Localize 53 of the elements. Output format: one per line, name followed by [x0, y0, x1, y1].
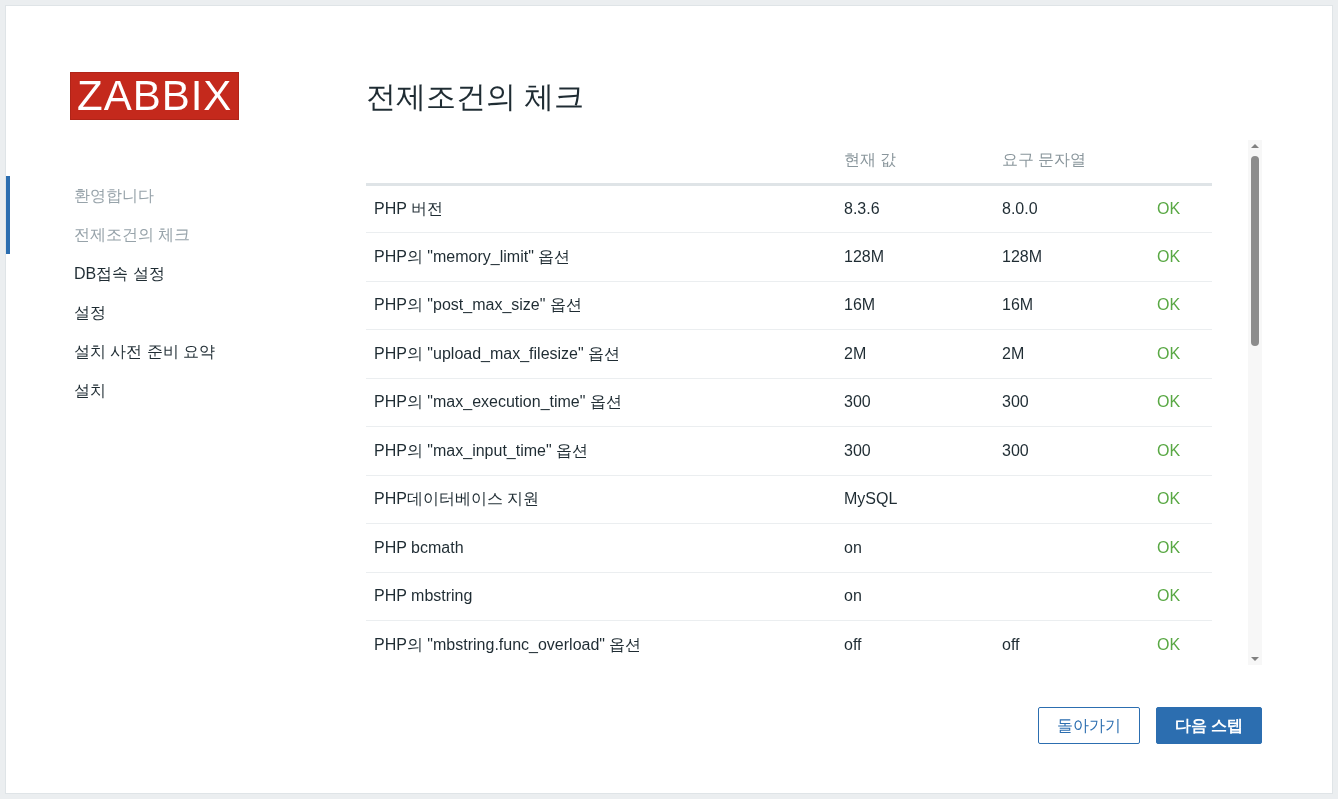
- table-cell: PHP 버전: [366, 184, 836, 233]
- table-cell: PHP의 "post_max_size" 옵션: [366, 281, 836, 330]
- step-item: 설정: [73, 303, 107, 323]
- table-cell: PHP데이터베이스 지원: [366, 475, 836, 524]
- back-button[interactable]: 돌아가기: [1037, 707, 1140, 744]
- table-cell: on: [836, 572, 994, 621]
- table-cell: 300: [994, 426, 1149, 475]
- status-cell: OK: [1149, 572, 1212, 621]
- table-cell: 2M: [836, 329, 994, 378]
- page-title: 전제조건의 체크: [366, 79, 586, 115]
- table-cell: 2M: [994, 329, 1149, 378]
- table-cell: 128M: [836, 232, 994, 281]
- table-cell: 16M: [994, 281, 1149, 330]
- status-cell: OK: [1149, 281, 1212, 330]
- status-cell: OK: [1149, 475, 1212, 524]
- table-cell: off: [836, 620, 994, 665]
- step-item: 설치 사전 준비 요약: [73, 342, 217, 362]
- status-cell: OK: [1149, 620, 1212, 665]
- step-item: DB접속 설정: [73, 264, 166, 284]
- table-cell: 16M: [836, 281, 994, 330]
- next-button[interactable]: 다음 스텝: [1155, 707, 1262, 744]
- table-cell: on: [836, 523, 994, 572]
- table-cell: 300: [836, 378, 994, 427]
- table-cell: PHP의 "upload_max_filesize" 옵션: [366, 329, 836, 378]
- table-cell: 300: [836, 426, 994, 475]
- table-cell: 128M: [994, 232, 1149, 281]
- zabbix-logo: ZABBIX: [70, 72, 240, 120]
- table-cell: PHP의 "mbstring.func_overload" 옵션: [366, 620, 836, 665]
- table-cell: 300: [994, 378, 1149, 427]
- table-cell: off: [994, 620, 1149, 665]
- table-cell: MySQL: [836, 475, 994, 524]
- status-cell: OK: [1149, 232, 1212, 281]
- step-item: 환영합니다: [6, 176, 366, 215]
- scrollbar-thumb[interactable]: [1251, 156, 1259, 346]
- step-item: 설치: [73, 381, 107, 401]
- column-header: 현재 값: [836, 140, 994, 184]
- table-cell: PHP의 "max_execution_time" 옵션: [366, 378, 836, 427]
- scrollbar[interactable]: [1248, 140, 1262, 665]
- status-cell: OK: [1149, 329, 1212, 378]
- table-cell: PHP의 "max_input_time" 옵션: [366, 426, 836, 475]
- table-cell: PHP bcmath: [366, 523, 836, 572]
- table-cell: PHP mbstring: [366, 572, 836, 621]
- status-cell: OK: [1149, 378, 1212, 427]
- status-cell: OK: [1149, 426, 1212, 475]
- step-item: 전제조건의 체크: [6, 215, 366, 254]
- table-cell: PHP의 "memory_limit" 옵션: [366, 232, 836, 281]
- column-header: 요구 문자열: [994, 140, 1149, 184]
- table-cell: 8.0.0: [994, 184, 1149, 233]
- scroll-down-icon[interactable]: [1250, 655, 1260, 663]
- scroll-up-icon[interactable]: [1250, 142, 1260, 150]
- status-cell: OK: [1149, 523, 1212, 572]
- status-cell: OK: [1149, 184, 1212, 233]
- table-cell: 8.3.6: [836, 184, 994, 233]
